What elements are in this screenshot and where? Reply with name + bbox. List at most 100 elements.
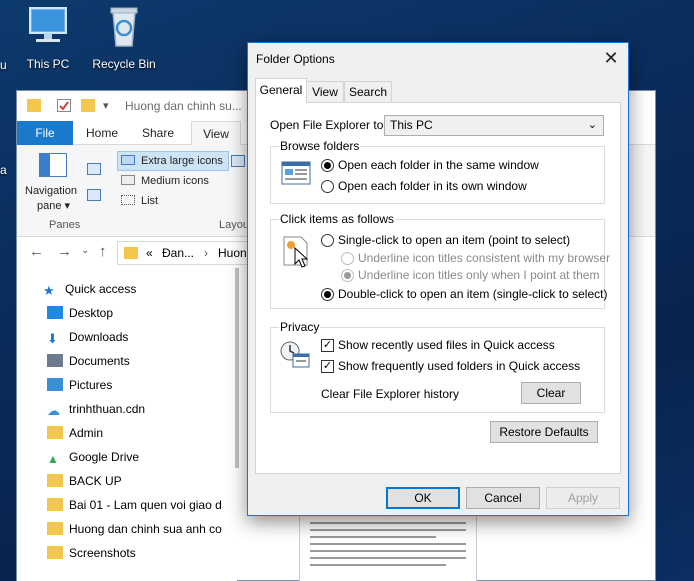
tab-view[interactable]: View <box>191 121 241 145</box>
general-tab-panel: Open File Explorer to: This PC ⌄ Browse … <box>255 102 621 474</box>
nav-item-label: trinhthuan.cdn <box>69 402 146 416</box>
window-title: Huong dan chinh su... <box>125 99 242 113</box>
recycle-bin-icon <box>110 7 138 47</box>
radio-own-window[interactable] <box>321 180 334 193</box>
nav-item-label: BACK UP <box>69 474 122 488</box>
navigation-pane-dropdown[interactable]: pane ▾ <box>37 199 70 212</box>
new-folder-icon[interactable] <box>81 99 95 112</box>
folder-icon <box>27 99 41 112</box>
nav-item[interactable]: ☁trinhthuan.cdn✎ <box>47 398 237 420</box>
large-icons-icon[interactable] <box>231 155 245 167</box>
navigation-pane-icon[interactable] <box>39 153 67 177</box>
folder-icon <box>47 546 63 559</box>
option-recent-files[interactable]: Show recently used files in Quick access <box>338 338 555 352</box>
desktop-icon-label: This PC <box>26 57 70 71</box>
option-single-click[interactable]: Single-click to open an item (point to s… <box>338 233 570 247</box>
nav-item[interactable]: BACK UP <box>47 470 237 492</box>
option-double-click[interactable]: Double-click to open an item (single-cli… <box>338 287 607 301</box>
option-underline-browser[interactable]: Underline icon titles consistent with my… <box>358 251 610 265</box>
clear-button[interactable]: Clear <box>521 382 581 404</box>
desktop-edge-label: u <box>0 58 7 72</box>
radio-single-click[interactable] <box>321 234 334 247</box>
navigation-pane-button[interactable]: Navigation <box>25 185 77 197</box>
nav-item[interactable]: ★ Quick access <box>43 278 233 300</box>
ok-button[interactable]: OK <box>386 487 460 509</box>
tab-share[interactable]: Share <box>133 121 183 145</box>
nav-item[interactable]: Desktop✎ <box>47 302 237 324</box>
radio-underline-browser[interactable] <box>341 252 354 265</box>
folder-icon <box>47 498 63 511</box>
radio-double-click[interactable] <box>321 288 334 301</box>
radio-underline-point[interactable] <box>341 269 354 282</box>
nav-item-label: Documents <box>69 354 130 368</box>
layout-medium-icons[interactable]: Medium icons <box>121 175 209 187</box>
layout-extra-large-icons[interactable]: Extra large icons <box>121 155 223 167</box>
tab-home[interactable]: Home <box>77 121 127 145</box>
recent-locations-icon[interactable]: ⌄ <box>81 245 89 256</box>
nav-item[interactable]: ⬇Downloads✎ <box>47 326 237 348</box>
browse-folders-icon <box>281 161 311 185</box>
folder-icon <box>47 426 63 439</box>
nav-item-label: Pictures <box>69 378 113 392</box>
folder-icon <box>124 247 138 259</box>
nav-item[interactable]: Admin✎ <box>47 422 237 444</box>
apply-button[interactable]: Apply <box>546 487 620 509</box>
desktop-icon-this-pc[interactable]: This PC <box>8 4 88 71</box>
cancel-button[interactable]: Cancel <box>466 487 540 509</box>
back-arrow-icon[interactable]: ← <box>29 243 44 260</box>
folder-icon <box>47 522 63 535</box>
nav-item[interactable]: Bai 01 - Lam quen voi giao d <box>47 494 237 516</box>
folder-options-dialog: Folder Options ✕ General View Search Ope… <box>247 42 629 516</box>
layout-list[interactable]: List <box>121 195 158 207</box>
option-same-window[interactable]: Open each folder in the same window <box>338 158 539 172</box>
layout-item-label: Medium icons <box>141 175 209 187</box>
nav-item-label: Bai 01 - Lam quen voi giao d <box>69 498 222 512</box>
medium-icons-icon <box>121 175 135 185</box>
close-icon[interactable]: ✕ <box>594 43 628 73</box>
tab-search[interactable]: Search <box>344 81 392 102</box>
forward-arrow-icon[interactable]: → <box>57 243 72 260</box>
radio-same-window[interactable] <box>321 159 334 172</box>
dialog-title: Folder Options <box>256 52 335 66</box>
group-title: Privacy <box>279 320 321 334</box>
nav-item[interactable]: Screenshots <box>47 542 237 564</box>
customize-toolbar-icon[interactable]: ▾ <box>103 99 109 112</box>
tab-general[interactable]: General <box>255 78 307 103</box>
up-arrow-icon[interactable]: ↑ <box>99 243 107 260</box>
privacy-group: Privacy ✓ Show recently used files in Qu… <box>270 320 605 413</box>
nav-item-label: Admin <box>69 426 104 440</box>
checkbox-frequent-folders[interactable]: ✓ <box>321 360 334 373</box>
tab-file[interactable]: File <box>17 121 73 145</box>
checkbox-recent-files[interactable]: ✓ <box>321 339 334 352</box>
address-overflow[interactable]: « <box>146 246 153 260</box>
star-icon: ★ <box>43 283 55 298</box>
open-explorer-label: Open File Explorer to: <box>270 118 387 132</box>
address-bar[interactable]: « Đan... › Huon <box>117 241 257 265</box>
preview-pane-icon[interactable] <box>87 163 101 175</box>
nav-item[interactable]: Pictures✎ <box>47 374 237 396</box>
click-items-group: Click items as follows Single-click to o… <box>270 212 610 309</box>
layout-item-label: List <box>141 195 159 207</box>
layout-item-label: Extra large icons <box>141 155 223 167</box>
option-frequent-folders[interactable]: Show frequently used folders in Quick ac… <box>338 359 580 373</box>
open-explorer-select[interactable]: This PC ⌄ <box>384 115 604 136</box>
desktop-icon-recycle-bin[interactable]: Recycle Bin <box>84 4 164 71</box>
nav-item[interactable]: Huong dan chinh sua anh co <box>47 518 237 540</box>
details-pane-icon[interactable] <box>87 189 101 201</box>
documents-icon <box>47 354 63 367</box>
monitor-icon <box>29 7 67 42</box>
nav-item[interactable]: ▲Google Drive✎ <box>47 446 237 468</box>
navigation-scrollbar[interactable] <box>235 268 239 468</box>
option-own-window[interactable]: Open each folder in its own window <box>338 179 527 193</box>
properties-icon[interactable] <box>57 99 71 112</box>
nav-item[interactable]: Documents✎ <box>47 350 237 372</box>
navigation-pane: ★Quick accessDesktop✎⬇Downloads✎Document… <box>17 268 237 581</box>
address-part[interactable]: Huon <box>218 246 247 260</box>
address-part[interactable]: Đan... <box>162 246 194 260</box>
option-underline-point[interactable]: Underline icon titles only when I point … <box>358 268 599 282</box>
nav-item-label: Google Drive <box>69 450 140 464</box>
tab-view[interactable]: View <box>306 81 344 102</box>
restore-defaults-button[interactable]: Restore Defaults <box>490 421 598 443</box>
browse-folders-group: Browse folders Open each folder in the s… <box>270 139 605 204</box>
desktop-icon-label: Recycle Bin <box>92 57 156 71</box>
